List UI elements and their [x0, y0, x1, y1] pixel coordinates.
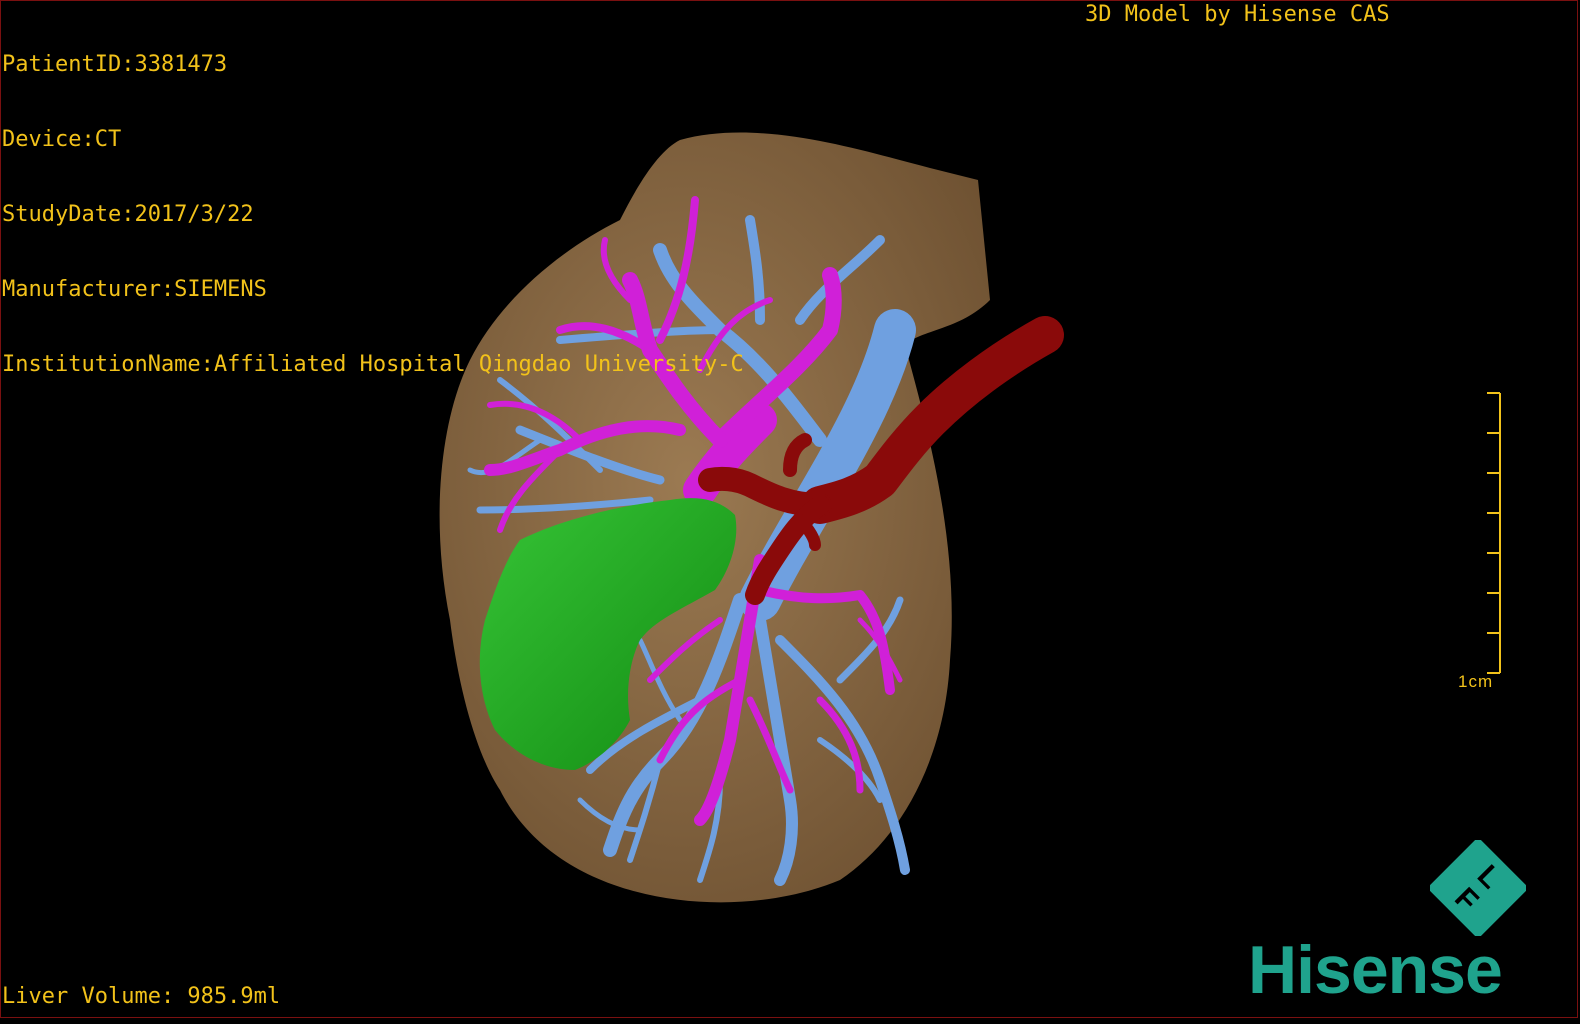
liver-volume: Liver Volume: 985.9ml [2, 984, 281, 1009]
study-date: StudyDate:2017/3/22 [2, 202, 254, 227]
institution-name: InstitutionName:Affiliated Hospital Qing… [2, 352, 744, 377]
dicom-info-overlay: PatientID:3381473 Device:CT StudyDate:20… [2, 2, 744, 402]
scale-bar-label: 1cm [1458, 672, 1494, 691]
device: Device:CT [2, 127, 122, 152]
patient-id: PatientID:3381473 [2, 52, 228, 77]
model-credit: 3D Model by Hisense CAS [1085, 2, 1390, 27]
manufacturer: Manufacturer:SIEMENS [2, 277, 267, 302]
hisense-fl-logo-icon: F L [1430, 840, 1526, 936]
hisense-logo: Hisense [1248, 932, 1503, 1008]
